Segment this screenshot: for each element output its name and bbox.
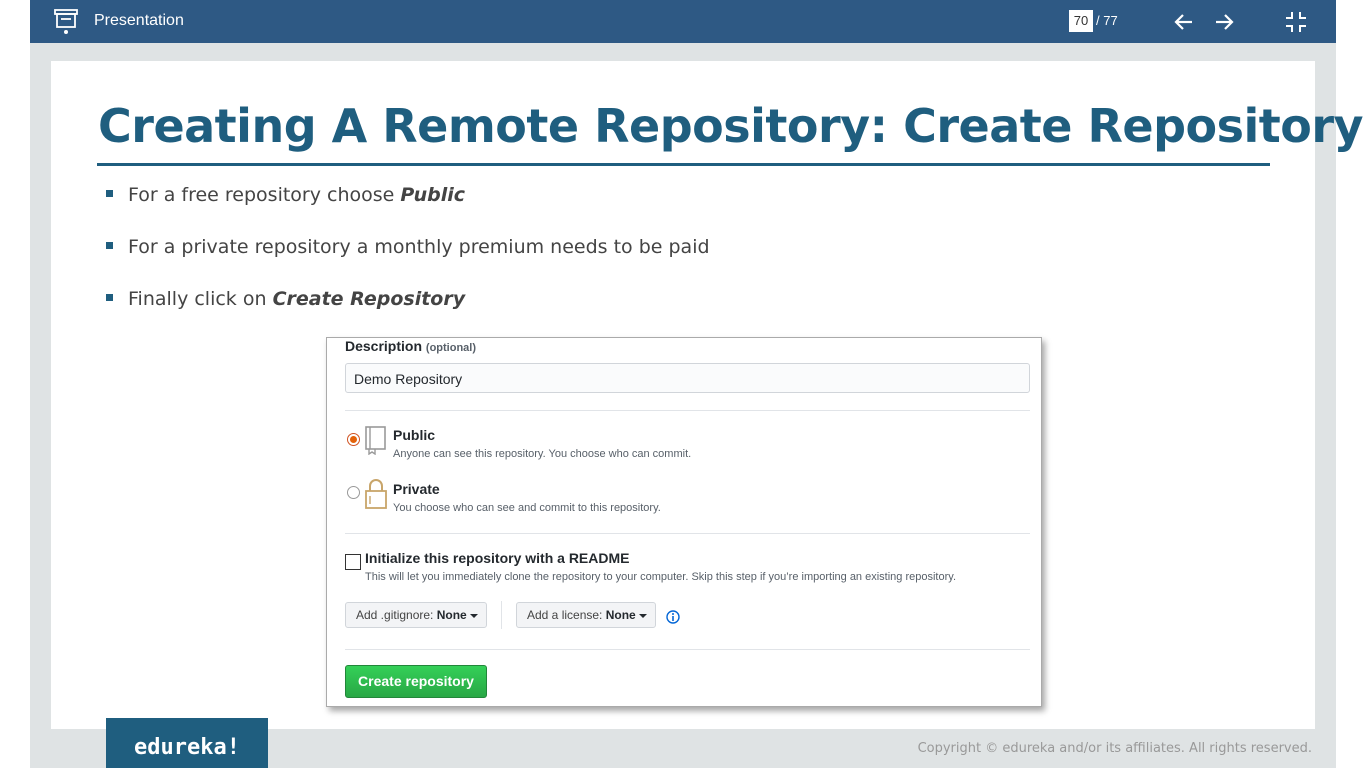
divider — [345, 533, 1030, 534]
divider — [345, 410, 1030, 411]
presentation-toolbar: Presentation 70 / 77 — [30, 0, 1336, 43]
heading-divider — [97, 163, 1270, 166]
bullet-item: For a free repository choose Public — [104, 182, 710, 234]
github-form-screenshot: Description (optional) Demo Repository P… — [326, 337, 1042, 707]
public-radio[interactable] — [347, 433, 360, 446]
slide: Creating A Remote Repository: Create Rep… — [51, 61, 1364, 729]
bullet-item: For a private repository a monthly premi… — [104, 234, 710, 286]
license-dropdown[interactable]: Add a license: None — [516, 602, 656, 628]
description-label: Description (optional) — [345, 338, 477, 354]
caret-down-icon — [469, 613, 478, 618]
app-title: Presentation — [94, 12, 184, 29]
readme-description: This will let you immediately clone the … — [365, 571, 956, 583]
arrow-right-icon[interactable] — [1212, 10, 1236, 34]
exit-fullscreen-icon[interactable] — [1284, 10, 1308, 34]
bullet-marker — [106, 294, 113, 301]
divider — [501, 601, 502, 629]
public-description: Anyone can see this repository. You choo… — [393, 448, 692, 460]
presentation-icon[interactable] — [54, 9, 78, 35]
info-icon[interactable] — [666, 610, 680, 624]
private-description: You choose who can see and commit to thi… — [393, 502, 661, 514]
private-title: Private — [393, 481, 440, 497]
bullet-marker — [106, 190, 113, 197]
create-repository-button[interactable]: Create repository — [345, 665, 487, 698]
lock-icon — [365, 479, 387, 509]
caret-down-icon — [638, 613, 647, 618]
presentation-stage: Presentation 70 / 77 Creating A Remote R… — [30, 0, 1364, 768]
total-pages: / 77 — [1096, 13, 1118, 28]
gitignore-dropdown[interactable]: Add .gitignore: None — [345, 602, 487, 628]
arrow-left-icon[interactable] — [1172, 10, 1196, 34]
current-page-input[interactable]: 70 — [1069, 10, 1093, 32]
readme-checkbox[interactable] — [345, 554, 361, 570]
public-title: Public — [393, 427, 436, 443]
slide-heading: Creating A Remote Repository: Create Rep… — [98, 99, 1364, 153]
repo-book-icon — [365, 426, 386, 455]
private-radio[interactable] — [347, 486, 360, 499]
edureka-logo: edureka! — [106, 718, 268, 768]
description-input[interactable]: Demo Repository — [345, 363, 1030, 393]
bullet-item: Finally click on Create Repository — [104, 286, 710, 338]
divider — [345, 649, 1030, 650]
readme-title: Initialize this repository with a README — [365, 550, 630, 566]
copyright-text: Copyright © edureka and/or its affiliate… — [917, 741, 1312, 756]
bullet-marker — [106, 242, 113, 249]
bullet-list: For a free repository choose Public For … — [104, 182, 710, 338]
